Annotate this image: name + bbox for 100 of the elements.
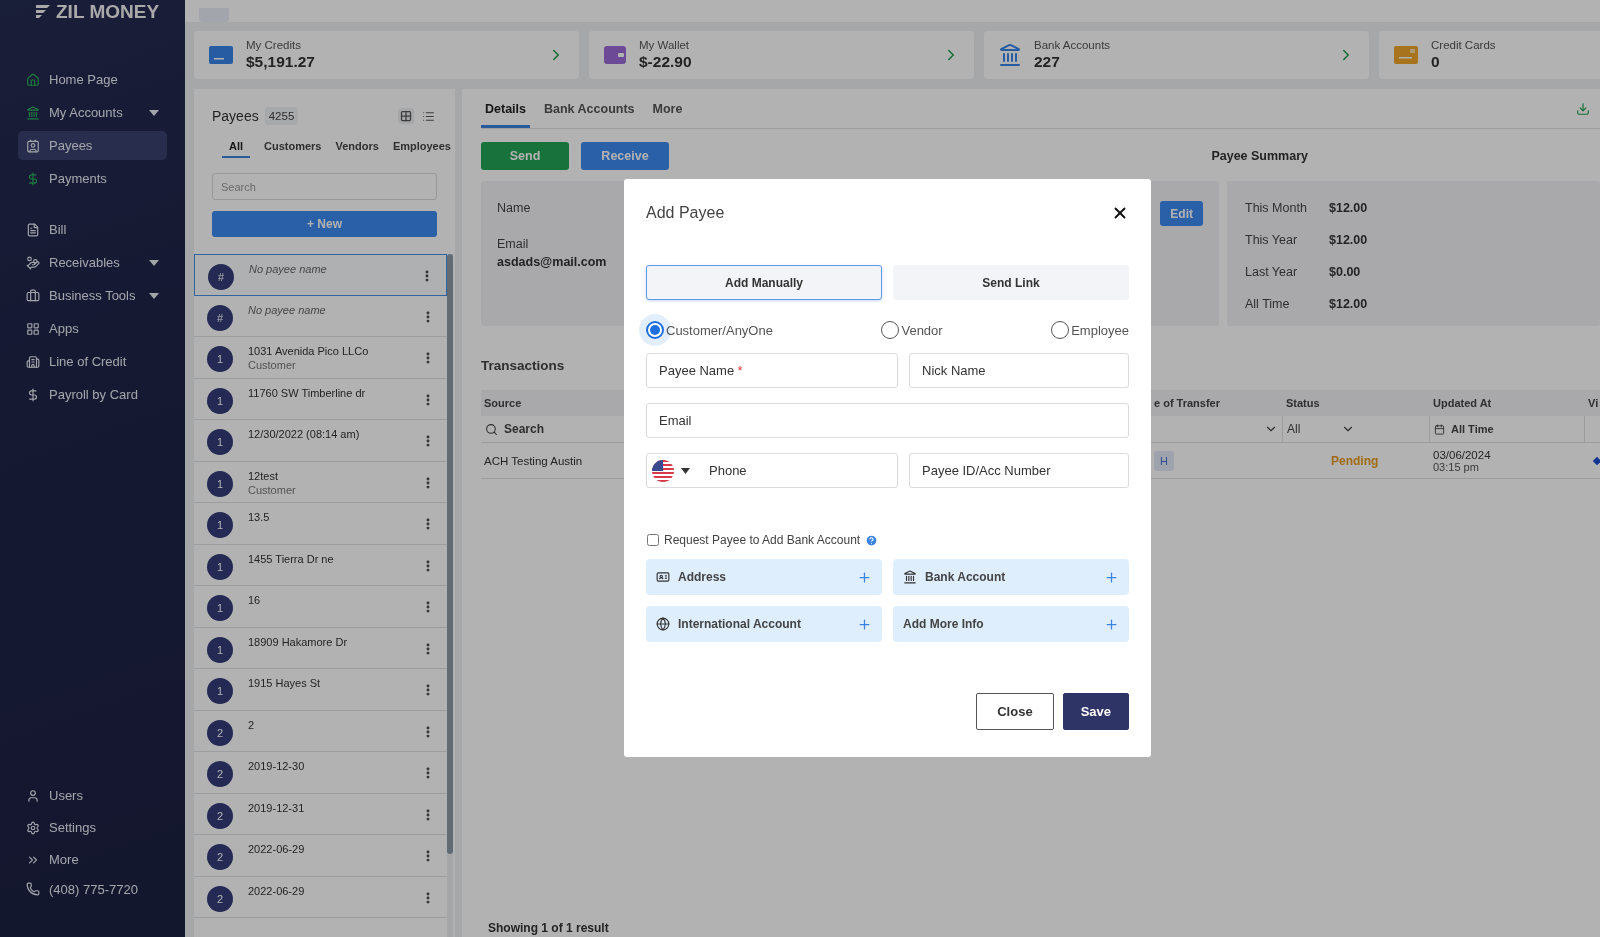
- payee-name: 2022-06-29: [248, 884, 306, 897]
- summary-value: $0.00: [1329, 265, 1362, 279]
- column-header: Vi: [1585, 390, 1600, 416]
- avatar: 2: [207, 844, 233, 870]
- nav-item[interactable]: Business Tools: [18, 281, 167, 310]
- summary-label: Last Year: [1245, 265, 1299, 279]
- panel-title: Payees: [212, 108, 259, 124]
- add-section-button[interactable]: Address: [646, 559, 882, 595]
- summary-value: $12.00: [1329, 297, 1369, 311]
- stat-card[interactable]: My Wallet $-22.90: [589, 31, 974, 79]
- summary-value: $12.00: [1329, 233, 1369, 247]
- required-mark: *: [737, 363, 743, 378]
- nav-item[interactable]: Apps: [18, 314, 167, 343]
- summary-label: This Month: [1245, 201, 1308, 215]
- date-filter[interactable]: All Time: [1430, 416, 1585, 443]
- add-section-button[interactable]: International Account: [646, 606, 882, 642]
- input-field[interactable]: Payee ID/Acc Number: [909, 453, 1129, 488]
- filter-tab[interactable]: Customers: [264, 140, 322, 158]
- avatar: 1: [207, 512, 233, 538]
- avatar: #: [208, 264, 234, 290]
- avatar: 1: [207, 387, 233, 414]
- avatar: 1: [207, 553, 233, 580]
- section-title: Transactions: [481, 358, 565, 373]
- column-header: Updated At: [1430, 390, 1585, 416]
- nav-item[interactable]: (408) 775-7720: [18, 877, 167, 901]
- payee-type-radio[interactable]: Customer/AnyOne: [646, 321, 773, 339]
- payee-name: 2022-06-29: [248, 843, 306, 855]
- nav-item[interactable]: Payroll by Card: [18, 380, 167, 409]
- avatar: #: [207, 304, 233, 331]
- status-text: Pending: [1331, 453, 1380, 468]
- input-field[interactable]: Payee Name *: [646, 353, 898, 388]
- nav-item[interactable]: Settings: [18, 813, 167, 842]
- brand-name: ZIL MONEY: [56, 1, 160, 23]
- input-field[interactable]: Nick Name: [909, 353, 1129, 388]
- stat-label: Bank Accounts: [1034, 39, 1112, 51]
- avatar: 1: [207, 470, 233, 497]
- payee-name: No payee name: [249, 263, 328, 275]
- avatar: 2: [207, 719, 233, 746]
- text-input[interactable]: Payee Name: [659, 363, 735, 378]
- nav-item[interactable]: My Accounts: [18, 98, 167, 127]
- column-header: e of Transfer: [1151, 390, 1283, 416]
- stat-card[interactable]: Credit Cards 0: [1379, 31, 1600, 79]
- text-input[interactable]: Phone: [709, 463, 885, 478]
- mode-tab[interactable]: Send Link: [893, 265, 1129, 300]
- type-badge: H: [1154, 450, 1174, 471]
- avatar: 2: [207, 802, 233, 829]
- nav-item[interactable]: Payments: [18, 164, 167, 193]
- stat-value: $-22.90: [639, 53, 693, 71]
- close-button[interactable]: Close: [976, 693, 1054, 730]
- result-count: Showing 1 of 1 result: [487, 921, 609, 937]
- save-button[interactable]: Save: [1062, 693, 1129, 730]
- payee-name: 18909 Hakamore Dr: [248, 635, 349, 648]
- tab[interactable]: Details: [481, 102, 530, 128]
- nav-item[interactable]: Payees: [18, 131, 167, 160]
- payee-row[interactable]: # No payee name: [194, 254, 447, 296]
- summary-label: All Time: [1245, 297, 1291, 311]
- summary-title: Payee Summary: [1211, 149, 1308, 163]
- payee-type-radio[interactable]: Employee: [1051, 321, 1129, 339]
- avatar: 1: [207, 595, 233, 621]
- payee-name: 1915 Hayes St: [248, 677, 322, 689]
- add-section-button[interactable]: Bank Account: [893, 559, 1129, 595]
- column-header: Status: [1283, 390, 1430, 416]
- payee-name: 13.5: [248, 511, 271, 523]
- stat-label: Credit Cards: [1431, 39, 1497, 51]
- filter-tab[interactable]: Employees: [392, 140, 451, 158]
- tab[interactable]: More: [648, 102, 687, 128]
- field-label: Email: [497, 237, 529, 251]
- payee-name: 2: [248, 718, 256, 731]
- nav-item[interactable]: Line of Credit: [18, 347, 167, 376]
- status-filter[interactable]: All: [1283, 416, 1430, 443]
- filter-tab[interactable]: All: [222, 140, 250, 158]
- payee-name: No payee name: [248, 303, 327, 316]
- nav-item[interactable]: Receivables: [18, 248, 167, 277]
- phone-field[interactable]: Phone: [646, 453, 898, 488]
- email-field[interactable]: Email: [646, 403, 1129, 438]
- payee-name: 1031 Avenida Pico LLCo: [248, 345, 370, 357]
- search-field[interactable]: Search: [212, 173, 437, 200]
- payee-name: 12test: [248, 469, 279, 482]
- avatar: 1: [207, 678, 233, 704]
- payee-type: Customer: [248, 359, 297, 371]
- stat-card[interactable]: Bank Accounts 227: [984, 31, 1369, 79]
- mode-tab[interactable]: Add Manually: [646, 265, 882, 300]
- stat-card[interactable]: My Credits $5,191.27: [194, 31, 579, 79]
- summary-value: $12.00: [1329, 201, 1369, 215]
- avatar: 2: [207, 885, 233, 912]
- tab[interactable]: Bank Accounts: [540, 102, 639, 128]
- payee-type-radio[interactable]: Vendor: [881, 321, 943, 339]
- payee-type: Customer: [248, 483, 297, 496]
- count-badge: 4255: [264, 107, 299, 125]
- email-value: asdads@mail.com: [497, 255, 607, 269]
- stat-value: $5,191.27: [246, 53, 316, 71]
- nav-item[interactable]: Users: [18, 781, 167, 810]
- nav-item[interactable]: Bill: [18, 215, 167, 244]
- filter-tab[interactable]: Vendors: [335, 140, 379, 158]
- nav-item[interactable]: More: [18, 845, 167, 874]
- add-section-button[interactable]: Add More Info: [893, 606, 1129, 642]
- nav-item[interactable]: Home Page: [18, 65, 167, 94]
- payee-name: 1455 Tierra Dr ne: [248, 552, 335, 565]
- avatar: 1: [207, 636, 233, 663]
- avatar: 2: [207, 761, 233, 787]
